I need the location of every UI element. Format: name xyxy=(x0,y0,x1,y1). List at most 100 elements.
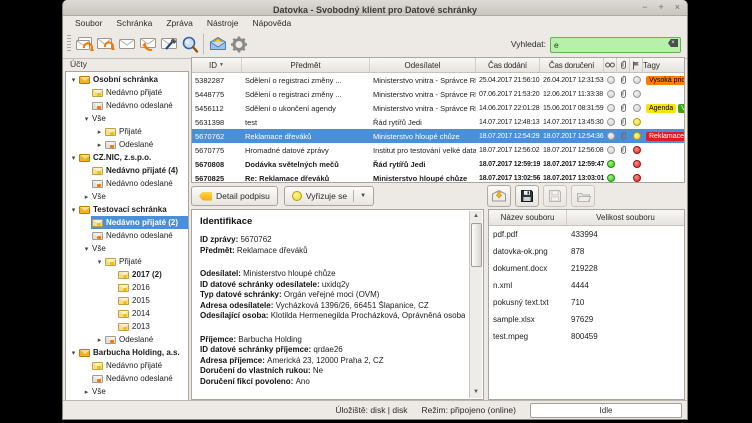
column-header-delivered[interactable]: Čas dodání xyxy=(476,58,540,72)
sidebar-item[interactable]: ▾Barbucha Holding, a.s. xyxy=(66,346,188,359)
menu-schranka[interactable]: Schránka xyxy=(109,16,159,30)
sidebar-item-row[interactable]: Vše xyxy=(91,112,188,125)
status-dropdown[interactable]: Vyřizuje se ▼ xyxy=(284,186,374,206)
file-row[interactable]: pdf.pdf433994 xyxy=(489,226,684,243)
scroll-up-icon[interactable]: ▲ xyxy=(470,211,482,222)
scroll-down-icon[interactable]: ▼ xyxy=(470,387,482,398)
sidebar-item[interactable]: 2014 xyxy=(66,307,188,320)
expand-icon[interactable]: ▸ xyxy=(95,141,104,149)
column-header-filesize[interactable]: Velikost souboru xyxy=(567,210,684,225)
sidebar-item-row[interactable]: Nedávno přijaté xyxy=(91,359,188,372)
sync-account-button[interactable] xyxy=(95,32,116,56)
reply-button[interactable] xyxy=(137,32,158,56)
file-row[interactable]: sample.xlsx97629 xyxy=(489,311,684,328)
sidebar-item-row[interactable]: Nedávno odeslané xyxy=(91,177,188,190)
sidebar-item-row[interactable]: Nedávno přijaté (2) xyxy=(91,216,188,229)
menu-zprava[interactable]: Zpráva xyxy=(159,16,199,30)
sidebar-item-row[interactable]: Vše xyxy=(91,190,188,203)
save-attachment-as-button[interactable] xyxy=(543,185,567,207)
menu-soubor[interactable]: Soubor xyxy=(68,16,109,30)
collapse-icon[interactable]: ▾ xyxy=(95,258,104,266)
column-header-attachment[interactable] xyxy=(617,58,630,72)
collapse-icon[interactable]: ▾ xyxy=(69,76,78,84)
table-row[interactable]: 5382287Sdělení o registraci změny ...Min… xyxy=(192,73,684,87)
sidebar-item[interactable]: Nedávno odeslané xyxy=(66,372,188,385)
sidebar-item[interactable]: Nedávno přijaté xyxy=(66,86,188,99)
search-messages-button[interactable] xyxy=(179,32,200,56)
sidebar-item[interactable]: ▾Osobní schránka xyxy=(66,73,188,86)
column-header-tags[interactable]: Tagy xyxy=(643,58,660,72)
table-row[interactable]: 5448775Sdělení o registraci změny ...Min… xyxy=(192,87,684,101)
title-bar[interactable]: Datovka - Svobodný klient pro Datové sch… xyxy=(63,0,687,16)
sidebar-item[interactable]: ▸Vše xyxy=(66,190,188,203)
table-row[interactable]: 5670762Reklamace dřevákůMinisterstvo hlo… xyxy=(192,129,684,143)
column-header-sender[interactable]: Odesílatel xyxy=(370,58,476,72)
minimize-button[interactable]: − xyxy=(642,0,647,15)
sidebar-item-row[interactable]: 2014 xyxy=(117,307,188,320)
table-row[interactable]: 5456112Sdělení o ukončení agendyMinister… xyxy=(192,101,684,115)
menu-napoveda[interactable]: Nápověda xyxy=(245,16,298,30)
column-header-accepted[interactable]: Čas doručení xyxy=(540,58,604,72)
toolbar-grip[interactable] xyxy=(67,35,71,53)
sidebar-item[interactable]: 2017 (2) xyxy=(66,268,188,281)
sidebar-item[interactable]: Nedávno odeslané xyxy=(66,177,188,190)
scrollbar-thumb[interactable] xyxy=(471,223,482,267)
open-attachment-button[interactable] xyxy=(571,185,595,207)
sidebar-item-row[interactable]: Nedávno odeslané xyxy=(91,229,188,242)
expand-icon[interactable]: ▸ xyxy=(95,128,104,136)
sidebar-item[interactable]: Nedávno přijaté (2) xyxy=(66,216,188,229)
sidebar-item-row[interactable]: Testovací schránka xyxy=(78,203,188,216)
sidebar-item-row[interactable]: 2013 xyxy=(117,320,188,333)
column-header-subject[interactable]: Předmět xyxy=(242,58,370,72)
table-row[interactable]: 5631398testŘád rytířů Jedi14.07.2017 12:… xyxy=(192,115,684,129)
sidebar-item[interactable]: Nedávno odeslané xyxy=(66,99,188,112)
expand-icon[interactable]: ▸ xyxy=(95,336,104,344)
sidebar-item[interactable]: ▾CZ.NIC, z.s.p.o. xyxy=(66,151,188,164)
close-button[interactable]: × xyxy=(675,0,680,15)
sidebar-item[interactable]: ▸Přijaté xyxy=(66,125,188,138)
collapse-icon[interactable]: ▾ xyxy=(69,206,78,214)
file-row[interactable]: dokument.docx219228 xyxy=(489,260,684,277)
search-input[interactable] xyxy=(550,37,681,53)
sidebar-item-row[interactable]: Odeslané xyxy=(104,333,188,346)
sync-all-accounts-button[interactable] xyxy=(74,32,95,56)
sidebar-item-row[interactable]: Přijaté xyxy=(104,255,188,268)
sidebar-item[interactable]: ▾Testovací schránka xyxy=(66,203,188,216)
sidebar-item-row[interactable]: 2015 xyxy=(117,294,188,307)
sidebar-item-row[interactable]: Nedávno přijaté xyxy=(91,86,188,99)
sidebar-item[interactable]: 2015 xyxy=(66,294,188,307)
sidebar-item[interactable]: Nedávno přijaté xyxy=(66,359,188,372)
collapse-icon[interactable]: ▾ xyxy=(82,245,91,253)
sidebar-item-row[interactable]: Barbucha Holding, a.s. xyxy=(78,346,188,359)
sidebar-item-row[interactable]: Osobní schránka xyxy=(78,73,188,86)
create-message-button[interactable] xyxy=(116,32,137,56)
sidebar-item[interactable]: ▸Odeslané xyxy=(66,138,188,151)
sidebar-item-row[interactable]: Vše xyxy=(91,385,188,398)
menu-nastroje[interactable]: Nástroje xyxy=(200,16,246,30)
sidebar-item[interactable]: Nedávno přijaté (4) xyxy=(66,164,188,177)
file-row[interactable]: test.mpeg800459 xyxy=(489,328,684,345)
sidebar-item[interactable]: ▾Vše xyxy=(66,112,188,125)
download-attachment-button[interactable] xyxy=(487,185,511,207)
maximize-button[interactable]: + xyxy=(658,0,663,15)
sidebar-item[interactable]: ▸Odeslané xyxy=(66,333,188,346)
collapse-icon[interactable]: ▾ xyxy=(69,349,78,357)
column-header-state[interactable] xyxy=(630,58,643,72)
file-row[interactable]: pokusný text.txt710 xyxy=(489,294,684,311)
column-header-filename[interactable]: Název souboru xyxy=(489,210,567,225)
sidebar-item[interactable]: ▸Vše xyxy=(66,385,188,398)
sidebar-item-row[interactable]: Nedávno odeslané xyxy=(91,372,188,385)
collapse-icon[interactable]: ▾ xyxy=(69,154,78,162)
collapse-icon[interactable]: ▾ xyxy=(82,115,91,123)
sidebar-item-row[interactable]: 2016 xyxy=(117,281,188,294)
signature-detail-button[interactable]: Detail podpisu xyxy=(191,186,278,206)
sidebar-item-row[interactable]: Přijaté xyxy=(104,125,188,138)
table-row[interactable]: 5670775Hromadné datové zprávyInstitut pr… xyxy=(192,143,684,157)
column-header-read[interactable] xyxy=(604,58,617,72)
file-row[interactable]: datovka-ok.png878 xyxy=(489,243,684,260)
expand-icon[interactable]: ▸ xyxy=(82,193,91,201)
table-row[interactable]: 5670825Re: Reklamace dřevákůMinisterstvo… xyxy=(192,171,684,183)
verify-signature-button[interactable] xyxy=(158,32,179,56)
sidebar-item-row[interactable]: Vše xyxy=(91,242,188,255)
sidebar-item[interactable]: ▾Přijaté xyxy=(66,255,188,268)
